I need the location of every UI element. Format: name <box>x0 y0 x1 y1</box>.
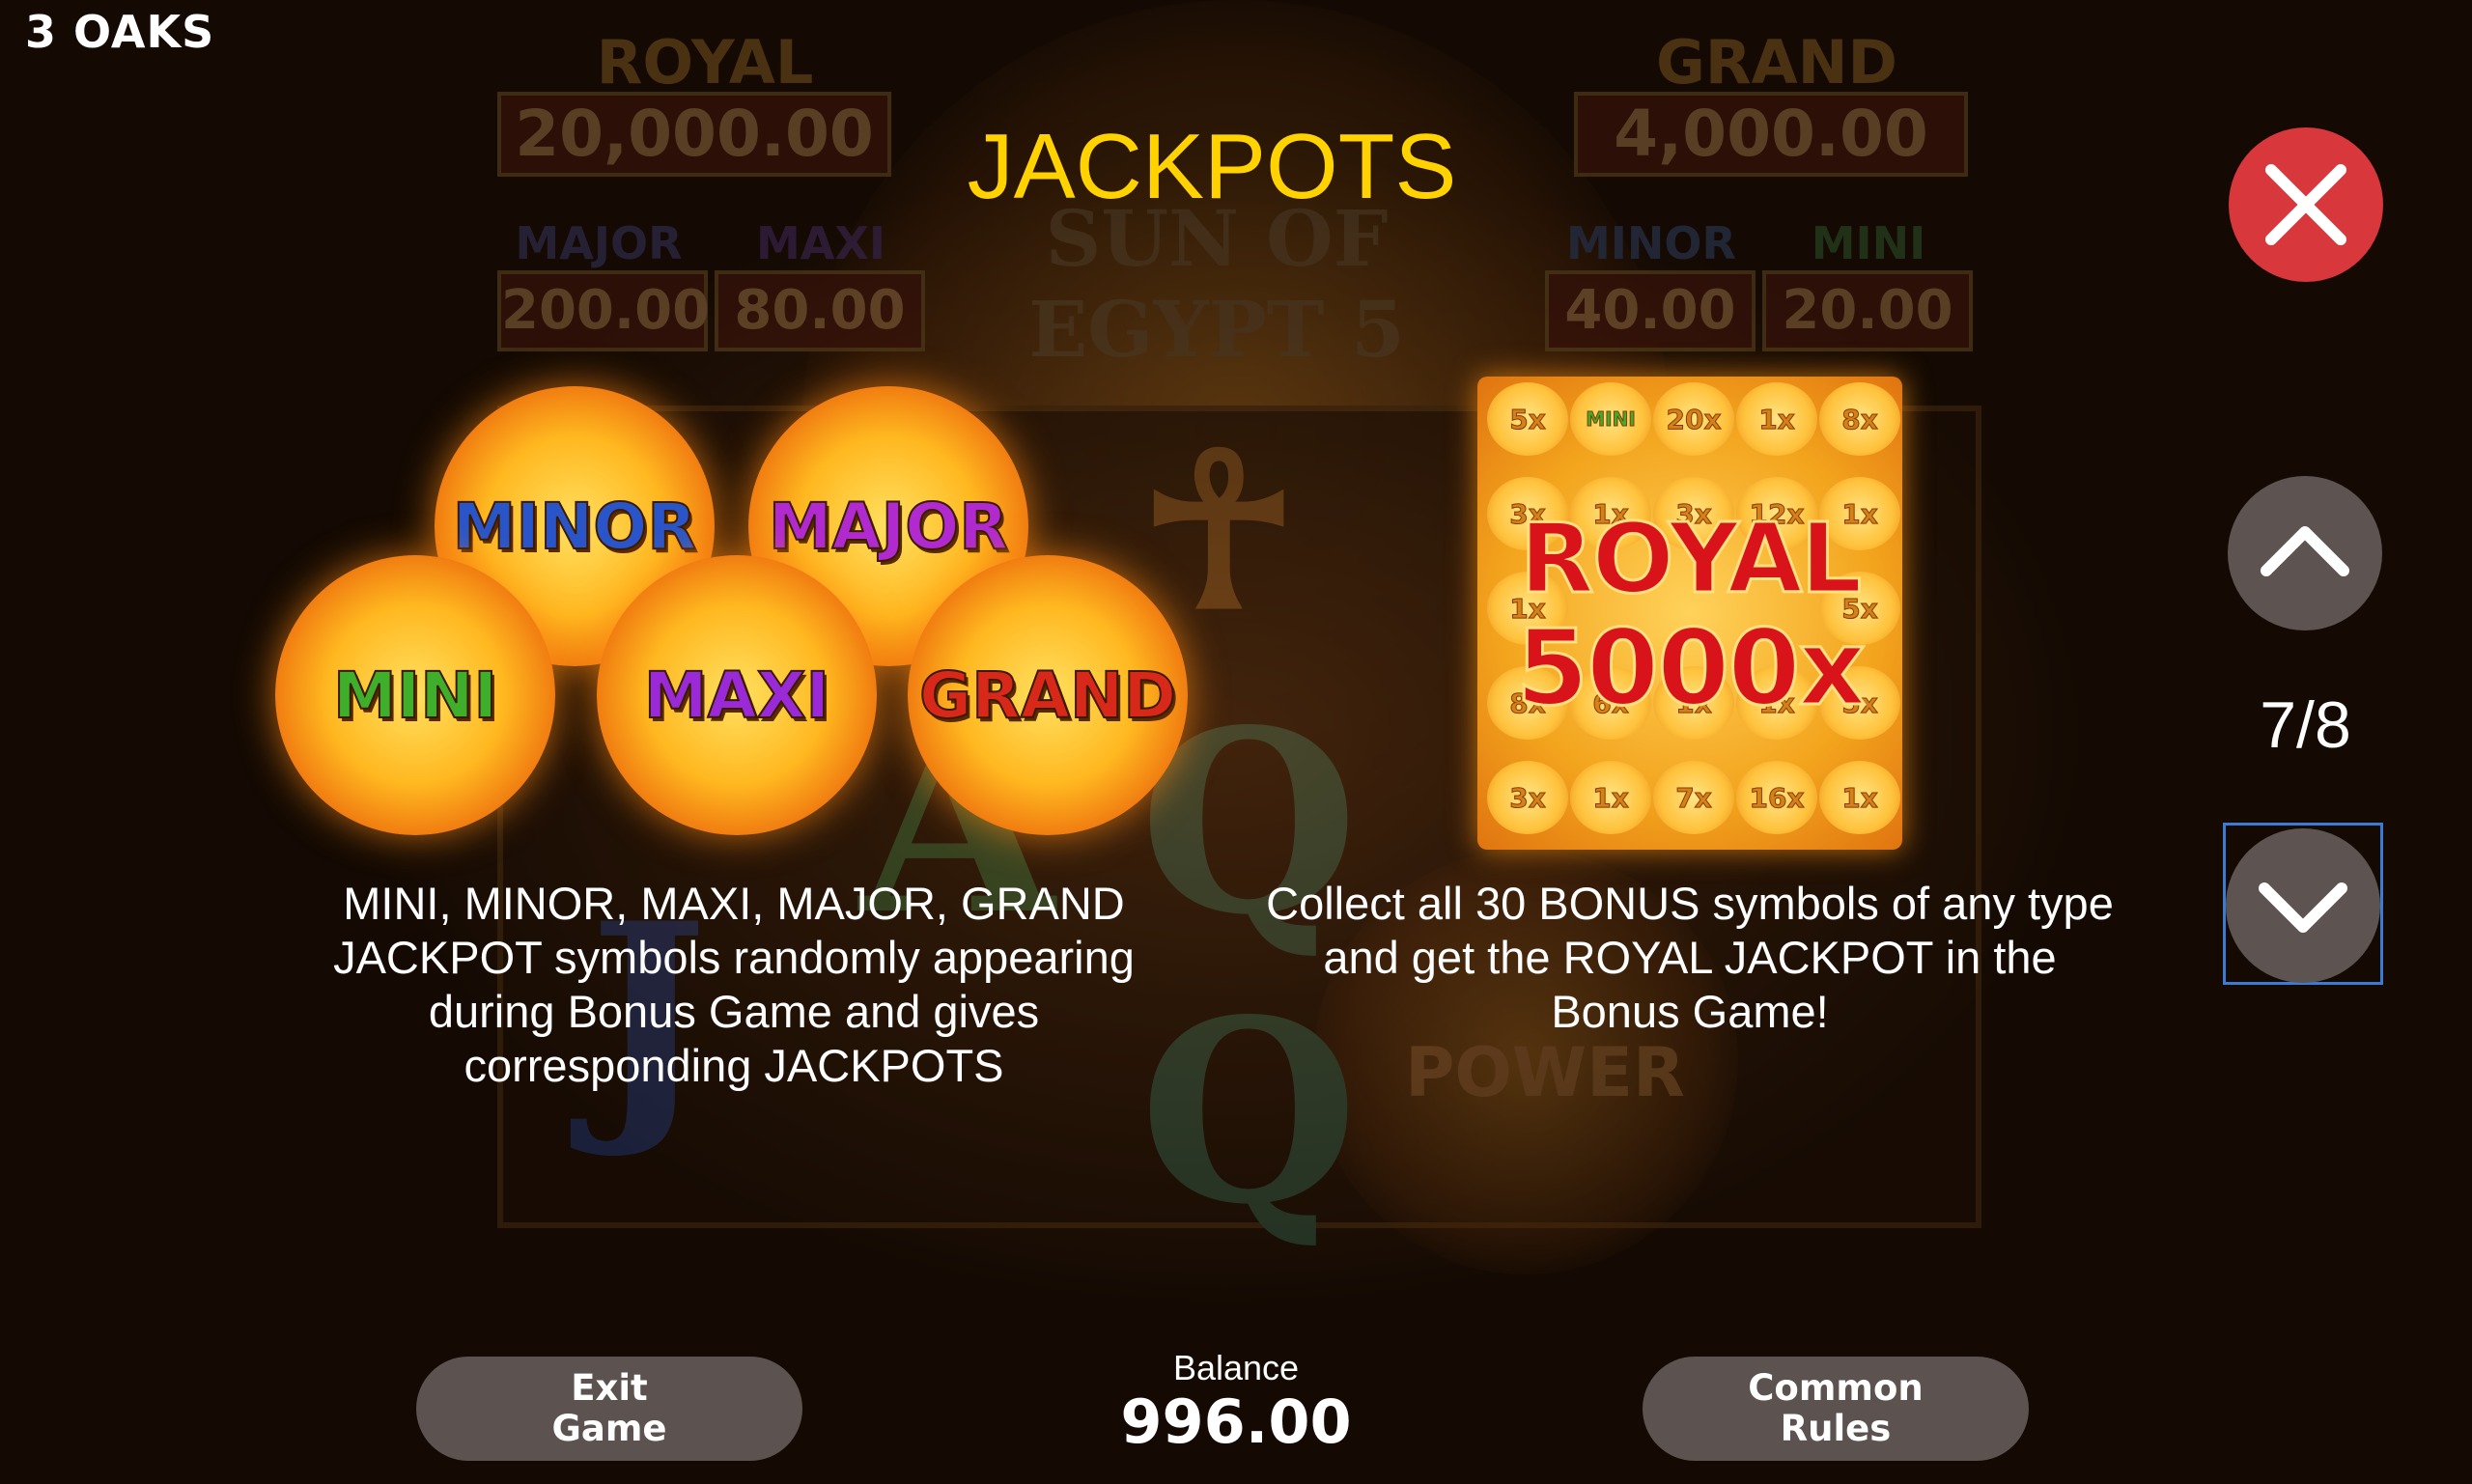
jackpot-symbols-description: MINI, MINOR, MAXI, MAJOR, GRAND JACKPOT … <box>333 878 1135 1091</box>
grid-cell-coin: 3x <box>1487 761 1568 834</box>
bg-minor-label: MINOR <box>1566 217 1736 269</box>
page-title: JACKPOTS <box>967 115 1457 218</box>
previous-page-button[interactable] <box>2228 476 2382 630</box>
exit-label-line1: Exit <box>571 1367 648 1409</box>
grid-cell-coin: 16x <box>1736 761 1817 834</box>
royal-headline: ROYAL <box>1518 501 1863 617</box>
grid-cell-coin: 5x <box>1487 382 1568 456</box>
rules-label-line2: Rules <box>1780 1408 1892 1449</box>
grid-cell-coin: 1x <box>1819 761 1900 834</box>
common-rules-label: Common Rules <box>1748 1368 1923 1449</box>
bg-power-text: POWER <box>1405 1033 1685 1112</box>
bg-mini-label: MINI <box>1811 217 1926 269</box>
grid-cell-coin: 1x <box>1736 382 1817 456</box>
royal-jackpot-description: Collect all 30 BONUS symbols of any type… <box>1266 878 2114 1037</box>
exit-game-label: Exit Game <box>552 1368 667 1449</box>
grid-cell-coin: 8x <box>1819 382 1900 456</box>
provider-logo: 3 OAKS <box>25 6 215 58</box>
next-page-button[interactable] <box>2226 828 2380 983</box>
bg-maxi-value: 80.00 <box>715 270 925 351</box>
common-rules-button[interactable]: Common Rules <box>1643 1357 2029 1461</box>
royal-jackpot-grid: 5x MINI 20x 1x 8x 3x 1x 3x 12x 1x 1x 5x 8x 6x 1x 1x 5x 3x… <box>1477 377 1902 850</box>
bg-major-value: 200.00 <box>497 270 710 351</box>
bg-maxi-label: MAXI <box>756 217 885 269</box>
balance-value: 996.00 <box>1120 1386 1352 1457</box>
exit-label-line2: Game <box>551 1408 667 1449</box>
chevron-down-icon <box>2259 882 2347 933</box>
grand-jackpot-coin: GRAND <box>908 555 1188 835</box>
maxi-coin-label: MAXI <box>643 658 830 734</box>
exit-game-button[interactable]: Exit Game <box>416 1357 802 1461</box>
rules-label-line1: Common <box>1748 1367 1924 1409</box>
grid-cell-coin: MINI <box>1570 382 1651 456</box>
balance-label: Balance <box>1172 1348 1300 1387</box>
mini-jackpot-coin: MINI <box>275 555 555 835</box>
bg-royal-label: ROYAL <box>596 27 814 98</box>
maxi-jackpot-coin: MAXI <box>597 555 877 835</box>
bg-game-logo: SUN OF EGYPT 5 <box>1028 193 1405 375</box>
grid-cell-coin: 1x <box>1570 761 1651 834</box>
bg-minor-value: 40.00 <box>1545 270 1756 351</box>
bg-major-label: MAJOR <box>515 217 683 269</box>
grand-coin-label: GRAND <box>918 658 1177 734</box>
page-counter: 7/8 <box>2260 688 2351 762</box>
mini-coin-label: MINI <box>332 658 498 734</box>
bg-mini-value: 20.00 <box>1762 270 1973 351</box>
royal-multiplier: 5000x <box>1514 607 1867 731</box>
chevron-up-icon <box>2261 526 2349 576</box>
bg-grand-label: GRAND <box>1656 27 1897 98</box>
game-info-screen: ROYAL 20,000.00 GRAND 4,000.00 MAJOR 200… <box>0 0 2472 1484</box>
close-icon <box>2265 164 2346 245</box>
close-button[interactable] <box>2229 127 2383 282</box>
grid-cell-coin: 20x <box>1653 382 1734 456</box>
grid-cell-coin: 7x <box>1653 761 1734 834</box>
